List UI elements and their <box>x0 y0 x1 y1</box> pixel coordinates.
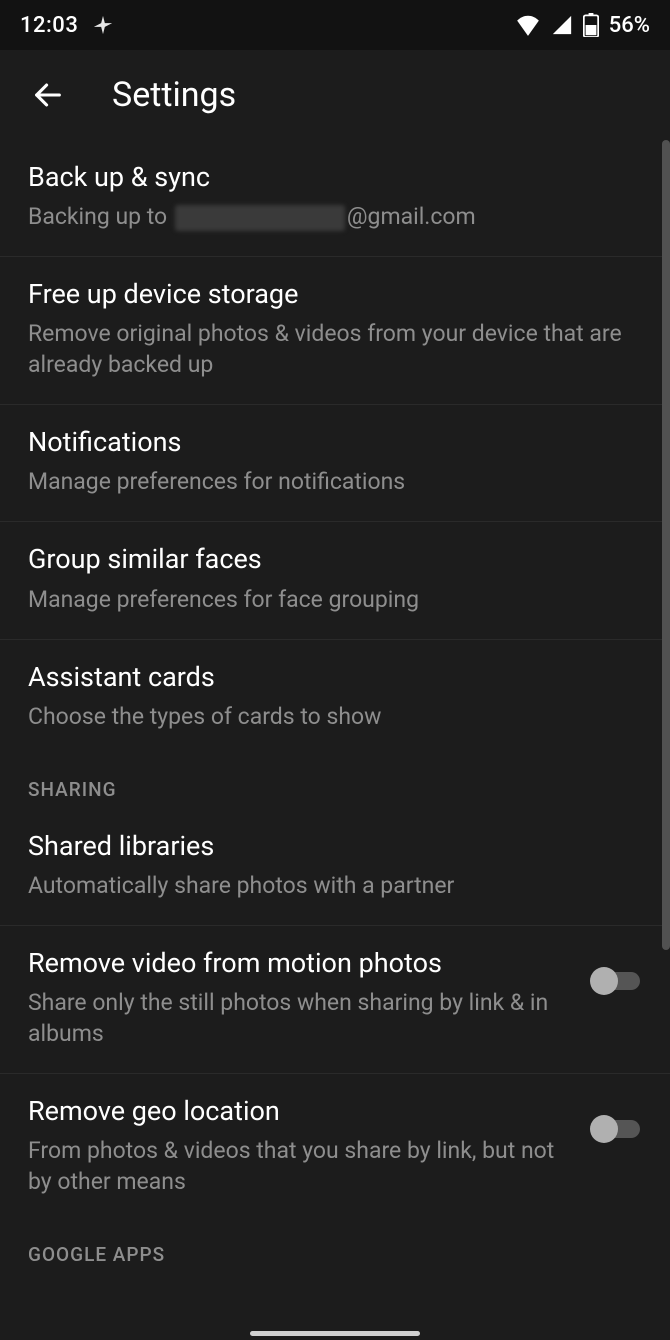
item-subtitle: Manage preferences for face grouping <box>28 584 642 615</box>
battery-percent: 56% <box>609 13 650 38</box>
cellular-icon <box>551 14 573 36</box>
item-subtitle: Share only the still photos when sharing… <box>28 987 574 1049</box>
item-title: Assistant cards <box>28 660 642 695</box>
wifi-icon <box>515 14 541 36</box>
item-title: Free up device storage <box>28 277 642 312</box>
item-title: Group similar faces <box>28 542 642 577</box>
section-google-apps: GOOGLE APPS <box>0 1221 670 1274</box>
item-subtitle: From photos & videos that you share by l… <box>28 1135 574 1197</box>
item-title: Remove geo location <box>28 1094 574 1129</box>
redacted-email <box>175 205 345 231</box>
settings-item-assistant-cards[interactable]: Assistant cards Choose the types of card… <box>0 640 670 756</box>
settings-item-notifications[interactable]: Notifications Manage preferences for not… <box>0 405 670 522</box>
backup-prefix: Backing up to <box>28 203 173 230</box>
toggle-remove-geo[interactable] <box>590 1115 642 1143</box>
settings-item-remove-video[interactable]: Remove video from motion photos Share on… <box>0 926 670 1074</box>
item-subtitle: Choose the types of cards to show <box>28 701 642 732</box>
battery-icon <box>583 13 599 37</box>
status-bar: 12:03 56% <box>0 0 670 50</box>
scroll-indicator[interactable] <box>662 140 670 950</box>
status-time: 12:03 <box>20 13 78 38</box>
item-title: Notifications <box>28 425 642 460</box>
settings-item-remove-geo[interactable]: Remove geo location From photos & videos… <box>0 1074 670 1221</box>
item-title: Remove video from motion photos <box>28 946 574 981</box>
toggle-remove-video[interactable] <box>590 967 642 995</box>
page-title: Settings <box>112 75 236 115</box>
item-title: Shared libraries <box>28 829 642 864</box>
settings-header: Settings <box>0 50 670 140</box>
item-subtitle: Automatically share photos with a partne… <box>28 870 642 901</box>
settings-list: Back up & sync Backing up to @gmail.com … <box>0 140 670 1274</box>
settings-item-backup-sync[interactable]: Back up & sync Backing up to @gmail.com <box>0 140 670 257</box>
item-title: Back up & sync <box>28 160 642 195</box>
section-sharing: SHARING <box>0 756 670 809</box>
item-subtitle: Manage preferences for notifications <box>28 466 642 497</box>
item-subtitle: Remove original photos & videos from you… <box>28 318 642 380</box>
back-button[interactable] <box>28 75 68 115</box>
home-indicator[interactable] <box>250 1331 420 1336</box>
settings-item-shared-libraries[interactable]: Shared libraries Automatically share pho… <box>0 809 670 926</box>
item-subtitle: Backing up to @gmail.com <box>28 201 642 232</box>
backup-suffix: @gmail.com <box>347 203 476 230</box>
settings-item-free-storage[interactable]: Free up device storage Remove original p… <box>0 257 670 405</box>
settings-item-group-faces[interactable]: Group similar faces Manage preferences f… <box>0 522 670 639</box>
pinwheel-icon <box>92 14 114 36</box>
